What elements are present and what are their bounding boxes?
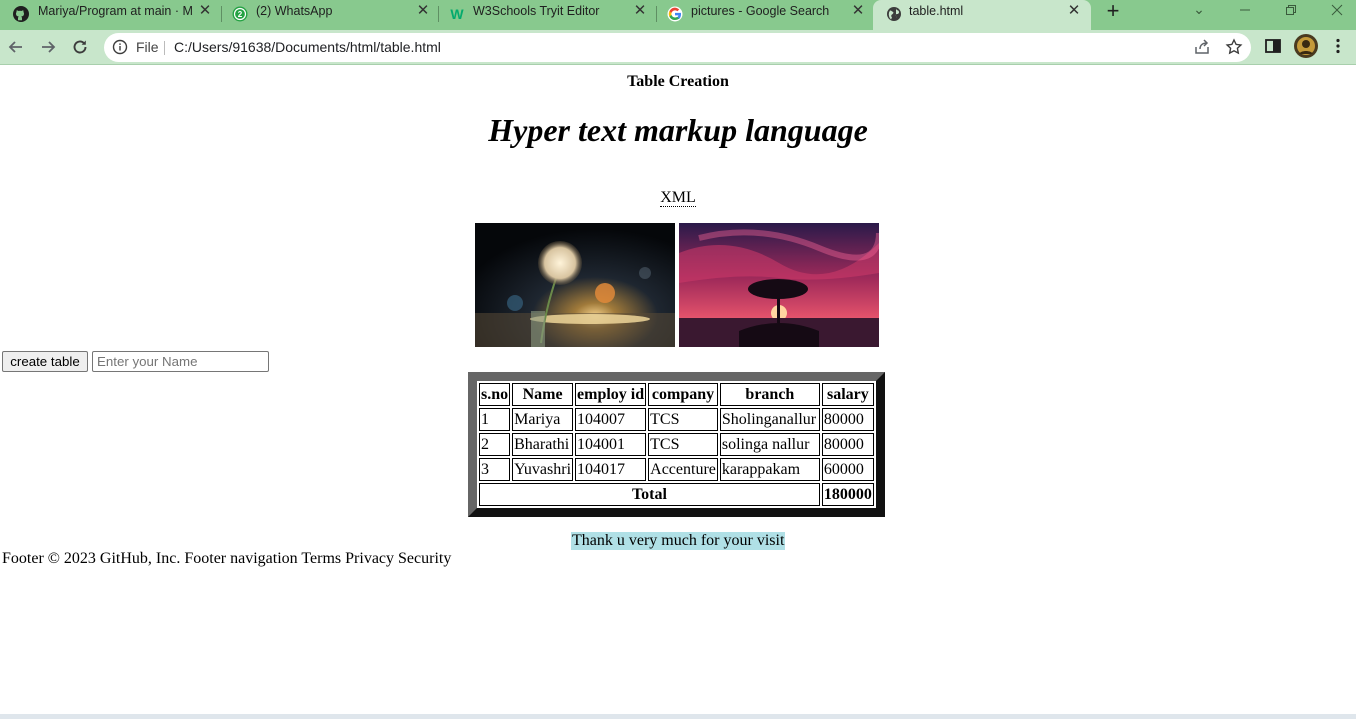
browser-toolbar: File C:/Users/91638/Documents/html/table… [0,30,1356,64]
column-header: Name [512,383,574,406]
toolbar-divider [0,64,1356,65]
table-cell: Yuvashri [512,458,574,481]
table-cell: solinga nallur [719,433,820,456]
url-text[interactable]: C:/Users/91638/Documents/html/table.html [174,33,441,62]
table-header-row: s.no Name employ id company branch salar… [479,383,874,406]
table-cell: 1 [479,408,511,431]
reload-icon[interactable] [69,36,91,58]
table-cell: TCS [648,433,718,456]
table-cell: TCS [648,408,718,431]
tab-title: Mariya/Program at main · Ma [38,4,193,18]
thank-you-message: Thank u very much for your visit [571,532,786,550]
table-cell: 80000 [821,433,874,456]
table-cell: 60000 [821,458,874,481]
table-total-row: Total 180000 [479,483,874,506]
profile-avatar[interactable] [1294,34,1318,58]
tab-search-chevron-icon[interactable]: ⌄ [1176,0,1222,24]
abbreviation-text: XML [0,188,1356,208]
restore-icon[interactable] [1268,0,1314,24]
window-bottom-edge [0,714,1356,719]
abbr-xml: XML [660,189,696,207]
column-header: salary [821,383,874,406]
back-arrow-icon[interactable] [5,36,27,58]
table-cell: 3 [479,458,511,481]
column-header: s.no [479,383,511,406]
total-value: 180000 [821,483,874,506]
svg-text:2: 2 [238,10,243,19]
url-scheme-label: File [136,39,159,55]
tab-strip: Mariya/Program at main · Ma ✕ 2 (2) What… [0,0,1356,30]
tab-title: W3Schools Tryit Editor [473,4,600,18]
table-cell: Mariya [512,408,574,431]
total-label: Total [479,483,820,506]
page-title: Hyper text markup language [488,112,868,148]
tab-close-icon[interactable]: ✕ [415,3,431,19]
address-bar[interactable]: File C:/Users/91638/Documents/html/table… [104,33,1251,62]
whatsapp-icon: 2 [232,6,248,22]
table-cell: Bharathi [512,433,574,456]
tab-whatsapp[interactable]: 2 (2) WhatsApp ✕ [222,0,438,30]
tab-w3schools[interactable]: W W3Schools Tryit Editor ✕ [439,0,655,30]
minimize-icon[interactable] [1222,0,1268,24]
tab-close-icon[interactable]: ✕ [1066,3,1082,19]
tab-close-icon[interactable]: ✕ [197,3,213,19]
forward-arrow-icon[interactable] [37,36,59,58]
w3schools-icon: W [450,6,464,22]
google-icon [667,6,683,22]
globe-icon [887,7,901,21]
column-header: branch [719,383,820,406]
table-cell: 2 [479,433,511,456]
table-cell: 104001 [575,433,647,456]
close-window-icon[interactable] [1314,0,1356,24]
name-input[interactable] [92,351,269,372]
address-divider [164,41,165,55]
tab-table-html[interactable]: table.html ✕ [873,0,1091,30]
tab-close-icon[interactable]: ✕ [632,3,648,19]
page-heading: Table Creation [627,73,729,90]
employee-table: s.no Name employ id company branch salar… [468,372,885,517]
table-row: 2 Bharathi 104001 TCS solinga nallur 800… [479,433,874,456]
side-panel-icon[interactable] [1264,37,1282,55]
tab-close-icon[interactable]: ✕ [850,3,866,19]
tab-google-search[interactable]: pictures - Google Search ✕ [657,0,873,30]
svg-text:W: W [450,6,464,22]
table-cell: 80000 [821,408,874,431]
share-icon[interactable] [1193,38,1211,56]
table-row: 3 Yuvashri 104017 Accenture karappakam 6… [479,458,874,481]
table-row: 1 Mariya 104007 TCS Sholinganallur 80000 [479,408,874,431]
tab-github[interactable]: Mariya/Program at main · Ma ✕ [0,0,220,30]
table-cell: Sholinganallur [719,408,820,431]
site-info-icon[interactable] [112,39,128,55]
more-menu-icon[interactable] [1329,37,1347,55]
column-header: company [648,383,718,406]
tab-title: table.html [909,4,964,18]
github-icon [13,6,29,22]
column-header: employ id [575,383,647,406]
footer-text: Footer © 2023 GitHub, Inc. Footer naviga… [2,550,452,567]
bookmark-star-icon[interactable] [1225,38,1243,56]
table-cell: karappakam [719,458,820,481]
sunset-tree-photo [679,223,879,347]
table-cell: 104007 [575,408,647,431]
new-tab-plus-icon[interactable]: + [1102,0,1124,22]
tab-title: (2) WhatsApp [256,4,333,18]
create-table-button[interactable]: create table [2,351,88,372]
tab-title: pictures - Google Search [691,4,830,18]
table-cell: Accenture [648,458,718,481]
table-cell: 104017 [575,458,647,481]
dandelion-photo [475,223,675,347]
